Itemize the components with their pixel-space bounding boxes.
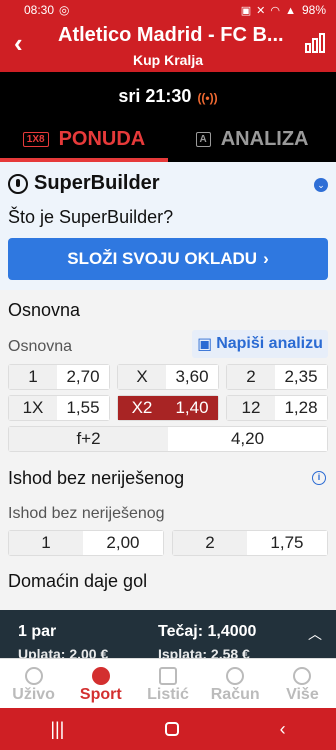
odd-value: 1,40 — [166, 396, 218, 420]
superbuilder-logo-icon — [8, 173, 28, 194]
payout-amount: Isplata: 2,58 € — [158, 646, 250, 658]
nav-label: Listić — [147, 686, 189, 703]
odd-value: 3,60 — [166, 365, 218, 389]
nav-label: Uživo — [12, 686, 55, 703]
nav-item-uzivo[interactable]: Uživo — [0, 659, 67, 708]
system-nav-bar: ||| ‹ — [0, 708, 336, 750]
more-icon — [293, 667, 312, 685]
odd-value: 1,75 — [246, 531, 327, 555]
bet-slip-bar[interactable]: 1 par Tečaj: 1,4000 Uplata: 2,00 € Ispla… — [0, 610, 336, 658]
chevron-right-icon: › — [263, 249, 269, 268]
odd-label: 2 — [227, 365, 275, 389]
superbuilder-question[interactable]: Što je SuperBuilder? — [8, 207, 173, 228]
superbuilder-title: SuperBuilder — [34, 172, 160, 194]
chevron-up-icon[interactable]: ︿ — [308, 624, 322, 644]
odd-label: X2 — [118, 396, 166, 420]
status-icons: ▣ ✕ ◠ ▲ — [240, 4, 297, 17]
odd-label: 1 — [9, 365, 57, 389]
tab-label: PONUDA — [58, 127, 146, 150]
bottom-navigation: Uživo Sport Listić Račun Više — [0, 658, 336, 708]
section-title-draw-no-bet: Ishod bez neriješenog — [8, 468, 185, 488]
odd-value: 1,55 — [57, 396, 109, 420]
odd-button-x[interactable]: X 3,60 — [117, 364, 219, 390]
nav-label: Račun — [210, 686, 260, 703]
build-bet-label: SLOŽI SVOJU OKLADU — [67, 249, 258, 268]
live-stream-icon: ((•)) — [197, 91, 218, 105]
competition-name: Kup Kralja — [132, 52, 203, 68]
odd-button-12[interactable]: 12 1,28 — [226, 395, 328, 421]
match-info-panel: sri 21:30 ((•)) 1X8 PONUDA A ANALIZA — [0, 72, 336, 162]
chevron-down-icon[interactable]: ⌄ — [314, 178, 328, 192]
analysis-tab-icon: A — [195, 131, 211, 147]
nav-label: Sport — [79, 686, 122, 703]
odd-value: 2,35 — [275, 365, 327, 389]
nav-item-sport[interactable]: Sport — [67, 659, 134, 708]
tab-bar: 1X8 PONUDA A ANALIZA — [0, 116, 336, 162]
section-title-osnovna: Osnovna — [8, 300, 81, 320]
odd-button-dnb-2[interactable]: 2 1,75 — [172, 530, 328, 556]
battery-level: 98% — [301, 3, 326, 17]
odd-label: 1 — [9, 531, 83, 555]
odd-label: 2 — [173, 531, 247, 555]
info-icon[interactable]: i — [312, 471, 326, 485]
status-bar: 08:30 ◎ ▣ ✕ ◠ ▲ 98% — [0, 0, 336, 20]
total-odds: Tečaj: 1,4000 — [158, 623, 257, 640]
section-title-home-scores: Domaćin daje gol — [8, 571, 148, 591]
system-back-icon[interactable]: ‹ — [280, 719, 286, 740]
match-title: Atletico Madrid - FC B... — [58, 24, 284, 46]
odd-button-dnb-1[interactable]: 1 2,00 — [8, 530, 164, 556]
superbuilder-panel: SuperBuilder ⌄ Što je SuperBuilder? SLOŽ… — [0, 162, 336, 290]
odd-value: 2,70 — [57, 365, 109, 389]
odd-button-1x[interactable]: 1X 1,55 — [8, 395, 110, 421]
soccer-ball-icon — [91, 667, 110, 685]
market-label-osnovna: Osnovna — [8, 338, 73, 355]
odd-label: X — [118, 365, 166, 389]
clipboard-icon: ▣ — [197, 336, 213, 353]
nav-item-vise[interactable]: Više — [269, 659, 336, 708]
tab-label: ANALIZA — [220, 127, 309, 150]
recent-apps-icon[interactable]: ||| — [50, 719, 64, 740]
ticket-icon — [159, 667, 177, 685]
match-time: sri 21:30 — [118, 86, 192, 106]
odd-value: 4,20 — [168, 427, 327, 451]
home-icon[interactable] — [165, 722, 180, 736]
write-analysis-button[interactable]: ▣ Napiši analizu — [192, 330, 328, 358]
superbuilder-header: SuperBuilder — [8, 172, 160, 195]
odd-button-x2-selected[interactable]: X2 1,40 — [117, 395, 219, 421]
tab-analiza[interactable]: A ANALIZA — [168, 116, 336, 162]
odd-button-f2[interactable]: f+2 4,20 — [8, 426, 328, 452]
user-icon — [226, 667, 245, 685]
write-analysis-label: Napiši analizu — [216, 335, 323, 352]
status-time: 08:30 — [24, 3, 55, 17]
odd-label: 1X — [9, 396, 57, 420]
live-icon — [24, 667, 43, 685]
bet-count: 1 par — [18, 623, 57, 640]
nav-label: Više — [286, 686, 319, 703]
stats-icon[interactable] — [304, 32, 326, 54]
match-time-row: sri 21:30 ((•)) — [0, 86, 336, 107]
stake-amount: Uplata: 2,00 € — [18, 646, 109, 658]
tab-ponuda[interactable]: 1X8 PONUDA — [0, 116, 168, 162]
build-bet-button[interactable]: SLOŽI SVOJU OKLADU › — [8, 238, 328, 280]
market-label-draw-no-bet: Ishod bez neriješenog — [8, 505, 165, 522]
app-header: 08:30 ◎ ▣ ✕ ◠ ▲ 98% ‹ Atletico Madrid - … — [0, 0, 336, 72]
odd-value: 2,00 — [82, 531, 163, 555]
odd-button-2[interactable]: 2 2,35 — [226, 364, 328, 390]
odd-button-1[interactable]: 1 2,70 — [8, 364, 110, 390]
nav-item-listic[interactable]: Listić — [134, 659, 201, 708]
odd-label: f+2 — [9, 427, 168, 451]
nav-item-racun[interactable]: Račun — [202, 659, 269, 708]
odd-value: 1,28 — [275, 396, 327, 420]
whatsapp-icon: ◎ — [59, 3, 70, 17]
odds-tab-icon: 1X8 — [22, 131, 49, 147]
odd-label: 12 — [227, 396, 275, 420]
